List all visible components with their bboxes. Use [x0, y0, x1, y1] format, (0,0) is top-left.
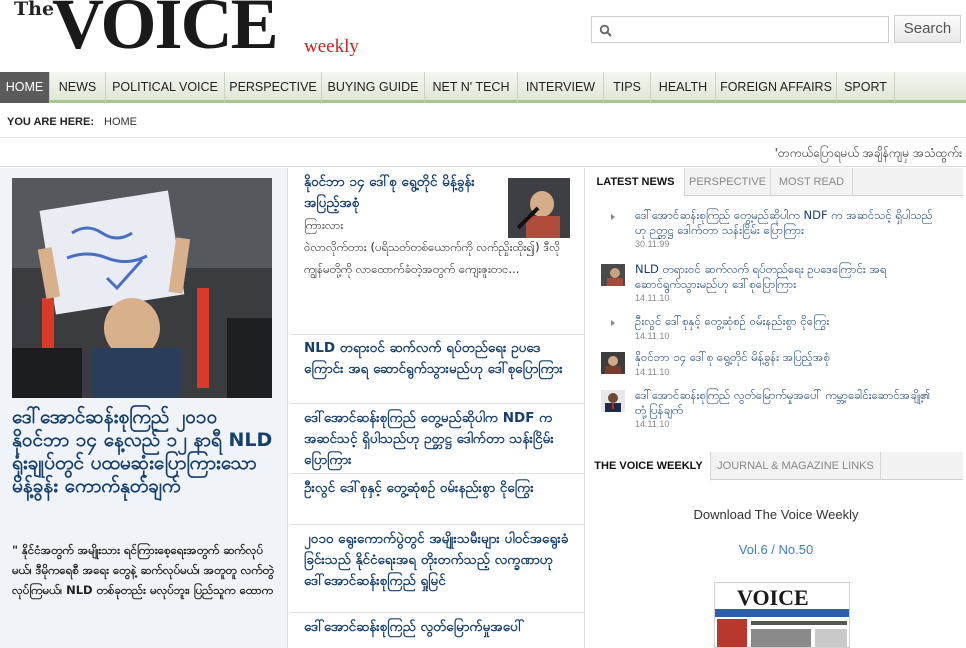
headline-column: နိုဝင်ဘာ ၁၄ ဒေါ်စု ရွေ့တိုင် မိန့်ခွန်း … — [290, 168, 584, 648]
latest-news-date: 14.11.10 — [635, 331, 670, 341]
mid-item-title[interactable]: ၂၀၁၀ ရွေးကောက်ပွဲတွင် အမျိုးသမီးများ ပါဝ… — [304, 529, 570, 592]
breadcrumb-label: YOU ARE HERE: — [7, 116, 94, 128]
latest-tabs: LATEST NEWS PERSPECTIVE MOST READ — [587, 168, 963, 197]
mid-item-title[interactable]: ဦးလွင် ဒေါ်စုနှင့် တွေ့ဆုံစဉ် ဝမ်းနည်းစွ… — [304, 478, 570, 499]
ticker-text[interactable]: 'တကယ်ပြောရမယ် အချိန်ကျမှ အသံထွက်း — [775, 145, 962, 163]
latest-news-thumbnail-art — [601, 264, 625, 286]
sidebar-column: LATEST NEWS PERSPECTIVE MOST READ ဒေါ်အေ… — [584, 168, 966, 648]
mid-item-tag: ကြားလား — [304, 218, 344, 232]
tab-latest-news[interactable]: LATEST NEWS — [587, 168, 685, 197]
featured-column: ဒေါ်အောင်ဆန်းစုကြည် ၂၀၁၀ နိုဝင်ဘာ ၁၄ နေ့… — [0, 168, 288, 648]
search-input[interactable] — [618, 20, 884, 40]
site-header: The VOICE weekly Search — [0, 0, 966, 72]
magazine-cover-art: VOICE — [715, 583, 849, 647]
latest-news-headline[interactable]: ဒေါ်အောင်ဆန်းစုကြည် တွေ့မည်ဆိုပါက NDF က … — [635, 208, 935, 238]
nav-item-political-voice[interactable]: POLITICAL VOICE — [106, 72, 225, 103]
page: The VOICE weekly Search HOME NEWS POLITI… — [0, 0, 966, 648]
latest-news-item[interactable]: NLD တရားဝင် ဆက်လက် ရပ်တည်ရေး ဥပဒေကြောင်း… — [595, 262, 955, 303]
nav-item-home[interactable]: HOME — [0, 72, 50, 103]
tab-journal-magazine-links[interactable]: JOURNAL & MAGAZINE LINKS — [711, 452, 881, 480]
mid-item: ၂၀၁၀ ရွေးကောက်ပွဲတွင် အမျိုးသမီးများ ပါဝ… — [290, 525, 584, 613]
featured-excerpt: " နိုင်ငံအတွက် အမျိုးသား ရင်ကြားစေ့ရေးအတ… — [12, 543, 274, 597]
latest-news-item[interactable]: ဦးလွင် ဒေါ်စုနှင့် တွေ့ဆုံစဉ် ဝမ်းနည်းစွ… — [595, 314, 955, 344]
news-ticker: 'တကယ်ပြောရမယ် အချိန်ကျမှ အသံထွက်း — [0, 139, 966, 167]
mid-item-excerpt: ကြားလား ဝဲလာလိုက်တား (ပရိသတ်တစ်ယောက်ကို … — [304, 214, 574, 280]
latest-news-thumbnail — [601, 390, 625, 412]
logo-voice: VOICE — [52, 0, 279, 64]
nav-item-perspective[interactable]: PERSPECTIVE — [225, 72, 322, 103]
logo-the: The — [14, 0, 55, 20]
latest-news-thumbnail — [601, 264, 625, 286]
latest-news-headline[interactable]: နိုဝင်ဘာ ၁၄ ဒေါ်စု ရွေ့တိုင် မိန့်ခွန်း … — [635, 350, 935, 365]
site-logo[interactable]: The VOICE weekly — [14, 0, 374, 66]
mid-item: ဦးလွင် ဒေါ်စုနှင့် တွေ့ဆုံစဉ် ဝမ်းနည်းစွ… — [290, 474, 584, 525]
latest-news-item[interactable]: ဒေါ်အောင်ဆန်းစုကြည် တွေ့မည်ဆိုပါက NDF က … — [595, 208, 955, 249]
featured-photo[interactable] — [12, 178, 272, 398]
tab-most-read[interactable]: MOST READ — [771, 168, 853, 196]
mid-item: NLD တရားဝင် ဆက်လက် ရပ်တည်ရေး ဥပဒေကြောင်း… — [290, 335, 584, 404]
main-nav: HOME NEWS POLITICAL VOICE PERSPECTIVE BU… — [0, 72, 966, 103]
weekly-tabs: THE VOICE WEEKLY JOURNAL & MAGAZINE LINK… — [587, 452, 963, 481]
nav-item-news[interactable]: NEWS — [50, 72, 106, 103]
featured-photo-art — [12, 178, 272, 398]
mid-item: နိုဝင်ဘာ ၁၄ ဒေါ်စု ရွေ့တိုင် မိန့်ခွန်း … — [290, 168, 584, 335]
bullet-icon — [611, 214, 615, 220]
issue-link[interactable]: Vol.6 / No.50 — [585, 542, 966, 557]
magazine-cover-title: VOICE — [737, 585, 809, 610]
latest-news-date: 14.11.10 — [635, 419, 670, 429]
tab-the-voice-weekly[interactable]: THE VOICE WEEKLY — [587, 452, 711, 481]
magazine-cover[interactable]: VOICE — [714, 582, 850, 648]
mid-item-title[interactable]: နိုဝင်ဘာ ၁၄ ဒေါ်စု ရွေ့တိုင် မိန့်ခွန်း … — [304, 172, 504, 214]
search-button[interactable]: Search — [894, 15, 961, 43]
latest-news-item[interactable]: နိုဝင်ဘာ ၁၄ ဒေါ်စု ရွေ့တိုင် မိန့်ခွန်း … — [595, 350, 955, 380]
latest-news-headline[interactable]: ဦးလွင် ဒေါ်စုနှင့် တွေ့ဆုံစဉ် ဝမ်းနည်းစွ… — [635, 314, 935, 329]
nav-item-tips[interactable]: TIPS — [604, 72, 651, 103]
mid-item: ဒေါ်အောင်ဆန်းစုကြည် လွတ်မြောက်မှုအပေါ် — [290, 613, 584, 648]
latest-news-headline[interactable]: NLD တရားဝင် ဆက်လက် ရပ်တည်ရေး ဥပဒေကြောင်း… — [635, 262, 935, 292]
nav-item-sport[interactable]: SPORT — [837, 72, 895, 103]
latest-news-thumbnail — [601, 352, 625, 374]
bullet-icon — [611, 320, 615, 326]
mid-item-title[interactable]: NLD တရားဝင် ဆက်လက် ရပ်တည်ရေး ဥပဒေကြောင်း… — [304, 338, 570, 380]
breadcrumb-current[interactable]: HOME — [104, 116, 137, 128]
featured-headline[interactable]: ဒေါ်အောင်ဆန်းစုကြည် ၂၀၁၀ နိုဝင်ဘာ ၁၄ နေ့… — [12, 406, 280, 498]
nav-item-buying-guide[interactable]: BUYING GUIDE — [322, 72, 425, 103]
latest-news-date: 30.11.99 — [635, 239, 670, 249]
mid-item-title[interactable]: ဒေါ်အောင်ဆန်းစုကြည် တွေ့မည်ဆိုပါက NDF က … — [304, 408, 570, 471]
latest-news-thumbnail-art — [601, 390, 625, 412]
download-label: Download The Voice Weekly — [693, 507, 859, 522]
nav-item-net-n-tech[interactable]: NET N' TECH — [425, 72, 518, 103]
search-icon — [599, 23, 613, 37]
breadcrumb: YOU ARE HERE: HOME — [0, 106, 966, 138]
nav-item-health[interactable]: HEALTH — [651, 72, 716, 103]
nav-item-interview[interactable]: INTERVIEW — [518, 72, 604, 103]
mid-item-body: ဝဲလာလိုက်တား (ပရိသတ်တစ်ယောက်ကို လက်ညှိုး… — [304, 240, 561, 276]
nav-item-foreign-affairs[interactable]: FOREIGN AFFAIRS — [716, 72, 837, 103]
tab-perspective[interactable]: PERSPECTIVE — [685, 168, 771, 196]
latest-news-headline[interactable]: ဒေါ်အောင်ဆန်းစုကြည် လွတ်မြောက်မှုအပေါ် က… — [635, 388, 935, 418]
mid-item-title[interactable]: ဒေါ်အောင်ဆန်းစုကြည် လွတ်မြောက်မှုအပေါ် — [304, 617, 570, 638]
latest-news-thumbnail-art — [601, 352, 625, 374]
latest-news-date: 14.11.10 — [635, 293, 670, 303]
latest-news-item[interactable]: ဒေါ်အောင်ဆန်းစုကြည် လွတ်မြောက်မှုအပေါ် က… — [595, 388, 955, 429]
search-box — [591, 16, 889, 43]
latest-news-date: 14.11.10 — [635, 367, 670, 377]
logo-weekly: weekly — [304, 36, 359, 57]
mid-item: ဒေါ်အောင်ဆန်းစုကြည် တွေ့မည်ဆိုပါက NDF က … — [290, 404, 584, 474]
